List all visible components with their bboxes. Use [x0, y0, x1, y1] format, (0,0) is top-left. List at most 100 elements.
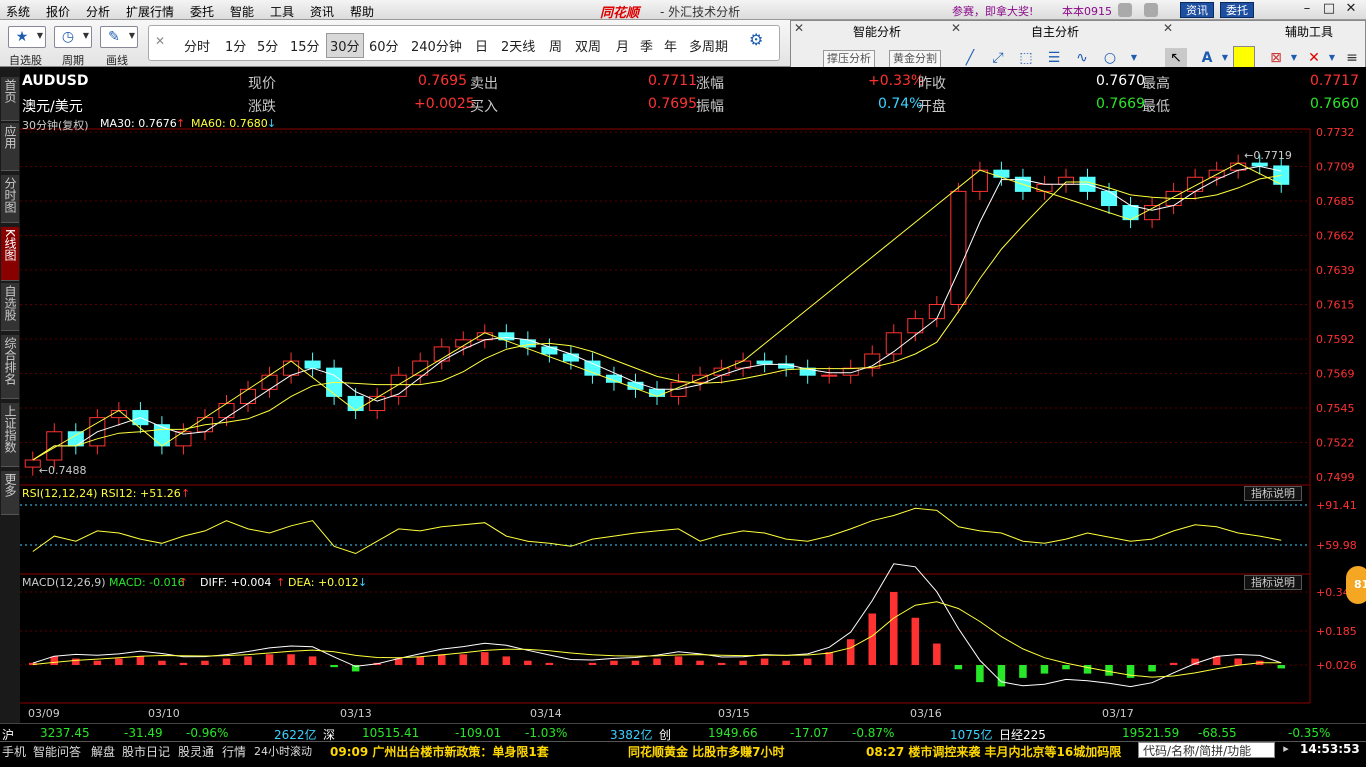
trade-button[interactable]: 委托	[1220, 2, 1254, 18]
channel-tool-icon[interactable]: ⬚	[1015, 48, 1037, 68]
notification-badge[interactable]: 81	[1346, 566, 1366, 604]
collapse-icon[interactable]: ✕	[155, 34, 165, 48]
period-240min[interactable]: 240分钟	[411, 36, 462, 55]
dea-value: DEA: +0.012	[288, 576, 359, 589]
sidebar-item-timeshare[interactable]: 分时图	[1, 175, 19, 223]
search-input[interactable]: 代码/名称/简拼/功能	[1138, 742, 1275, 758]
menu-bar: 系统 报价 分析 扩展行情 委托 智能 工具 资讯 帮助 同花顺 - 外汇技术分…	[0, 0, 1366, 21]
sidebar-item-more[interactable]: 更多	[1, 471, 19, 515]
chevron-down-icon[interactable]: ▼	[129, 31, 135, 40]
promo-link[interactable]: 参赛，即拿大奖!	[952, 3, 1033, 19]
maximize-icon[interactable]: □	[1320, 2, 1338, 18]
rsi-label: RSI(12,12,24) RSI12: +51.26	[22, 487, 181, 500]
bell-icon[interactable]	[1118, 3, 1132, 17]
sidebar-item-shanghai-index[interactable]: 上证指数	[1, 403, 19, 467]
tab-market[interactable]: 行情	[222, 743, 246, 760]
period-30min[interactable]: 30分	[326, 33, 364, 58]
tab-diary[interactable]: 股市日记	[122, 743, 170, 760]
tab-24h[interactable]: 24小时滚动	[254, 743, 312, 759]
close-icon[interactable]: ✕	[1163, 21, 1173, 35]
index-nk-pct: -0.35%	[1288, 726, 1331, 740]
period-multi[interactable]: 多周期	[689, 36, 728, 55]
period-quarter[interactable]: 季	[640, 36, 653, 55]
period-button[interactable]: ◷ ▼	[54, 26, 92, 48]
value-sell: 0.7711	[648, 73, 697, 89]
macd-explain-button[interactable]: 指标说明	[1244, 575, 1302, 590]
menu-extended[interactable]: 扩展行情	[126, 3, 174, 20]
ellipse-tool-icon[interactable]: ○	[1099, 48, 1121, 68]
sidebar-item-apps[interactable]: 应用	[1, 123, 19, 171]
period-5min[interactable]: 5分	[257, 36, 278, 55]
news-ticker-3[interactable]: 08:27 楼市调控来袭 丰月内北京等16城加码限	[866, 743, 1121, 760]
menu-system[interactable]: 系统	[6, 3, 30, 20]
search-icon[interactable]: ▸	[1277, 742, 1295, 758]
period-timeshare[interactable]: 分时	[184, 36, 210, 55]
cursor-icon[interactable]: ↖	[1165, 48, 1187, 68]
analysis-tool-panel: ✕ 智能分析 ✕ 自主分析 ✕ 辅助工具 撑压分析 黄金分割 ╱ ⤢ ⬚ ☰ ∿…	[790, 20, 1366, 73]
sidebar-item-home[interactable]: 首页	[1, 77, 19, 121]
account-name[interactable]: 本本0915	[1062, 3, 1112, 19]
self-select-button[interactable]: ★ ▼	[8, 26, 46, 48]
wave-tool-icon[interactable]: ∿	[1071, 48, 1093, 68]
menu-analysis[interactable]: 分析	[86, 3, 110, 20]
menu-trade[interactable]: 委托	[190, 3, 214, 20]
menu-tools[interactable]: 工具	[270, 3, 294, 20]
chevron-down-icon[interactable]: ▼	[1123, 48, 1145, 68]
segment-tool-icon[interactable]: ⤢	[987, 48, 1009, 68]
label-open: 开盘	[918, 99, 946, 115]
index-sh-pct: -0.96%	[186, 726, 229, 740]
menu-quote[interactable]: 报价	[46, 3, 70, 20]
index-sh-change: -31.49	[124, 726, 163, 740]
close-icon[interactable]: ✕	[1342, 2, 1360, 18]
sidebar-item-ranking[interactable]: 综合排名	[1, 335, 19, 399]
price-tick-label: 0.7639	[1316, 264, 1355, 277]
tab-stock-spirit[interactable]: 股灵通	[178, 743, 214, 760]
chevron-down-icon[interactable]: ▼	[37, 31, 43, 40]
news-ticker-2[interactable]: 同花顺黄金 比股市多赚7小时	[628, 743, 785, 760]
close-icon[interactable]: ✕	[794, 21, 804, 35]
chart-area[interactable]: 0.7732 0.7709 0.7685 0.7662 0.7639 0.7615 0.75…	[20, 67, 1366, 723]
news-ticker-1[interactable]: 09:09 广州出台楼市新政策：单身限1套	[330, 743, 549, 760]
menu-info[interactable]: 资讯	[310, 3, 334, 20]
color-swatch[interactable]	[1233, 46, 1255, 68]
period-year[interactable]: 年	[664, 36, 677, 55]
sidebar-item-kline[interactable]: K线图	[1, 227, 19, 281]
menu-smart[interactable]: 智能	[230, 3, 254, 20]
self-analysis-header: 自主分析	[1031, 25, 1080, 39]
chart-canvas[interactable]: 0.7732 0.7709 0.7685 0.7662 0.7639 0.7615 0.75…	[20, 67, 1366, 723]
tab-analysis[interactable]: 解盘	[91, 743, 115, 760]
chevron-down-icon[interactable]: ▼	[1321, 48, 1343, 68]
support-resist-button[interactable]: 撑压分析	[823, 50, 875, 68]
close-icon[interactable]: ✕	[951, 21, 961, 35]
golden-section-button[interactable]: 黄金分割	[889, 50, 941, 68]
label-change: 涨跌	[248, 99, 276, 115]
period-2week[interactable]: 双周	[575, 36, 601, 55]
shirt-icon[interactable]	[1144, 3, 1158, 17]
rsi-explain-button[interactable]: 指标说明	[1244, 486, 1302, 501]
period-week[interactable]: 周	[549, 36, 562, 55]
period-2day[interactable]: 2天线	[501, 36, 535, 55]
candle-body	[347, 395, 364, 412]
more-tools-icon[interactable]: ≡	[1341, 48, 1363, 68]
sidebar-item-watchlist[interactable]: 自选股	[1, 283, 19, 331]
arrow-up-icon: ↑	[181, 487, 191, 500]
gear-icon[interactable]: ⚙	[749, 30, 763, 49]
draw-button[interactable]: ✎ ▼	[100, 26, 138, 48]
tab-mobile[interactable]: 手机	[2, 743, 26, 760]
period-15min[interactable]: 15分	[290, 36, 320, 55]
period-60min[interactable]: 60分	[369, 36, 399, 55]
chevron-down-icon[interactable]: ▼	[1283, 48, 1305, 68]
tab-qa[interactable]: 智能问答	[33, 743, 81, 760]
menu-help[interactable]: 帮助	[350, 3, 374, 20]
chevron-down-icon[interactable]: ▼	[83, 31, 89, 40]
candle-body	[885, 332, 902, 355]
news-button[interactable]: 资讯	[1180, 2, 1214, 18]
text-box-tool-icon[interactable]: ☰	[1043, 48, 1065, 68]
period-day[interactable]: 日	[475, 36, 488, 55]
period-1min[interactable]: 1分	[225, 36, 246, 55]
candle-body	[541, 346, 558, 355]
minimize-icon[interactable]: –	[1298, 2, 1316, 18]
value-open: 0.7669	[1096, 96, 1145, 112]
period-month[interactable]: 月	[616, 36, 629, 55]
line-tool-icon[interactable]: ╱	[959, 48, 981, 68]
